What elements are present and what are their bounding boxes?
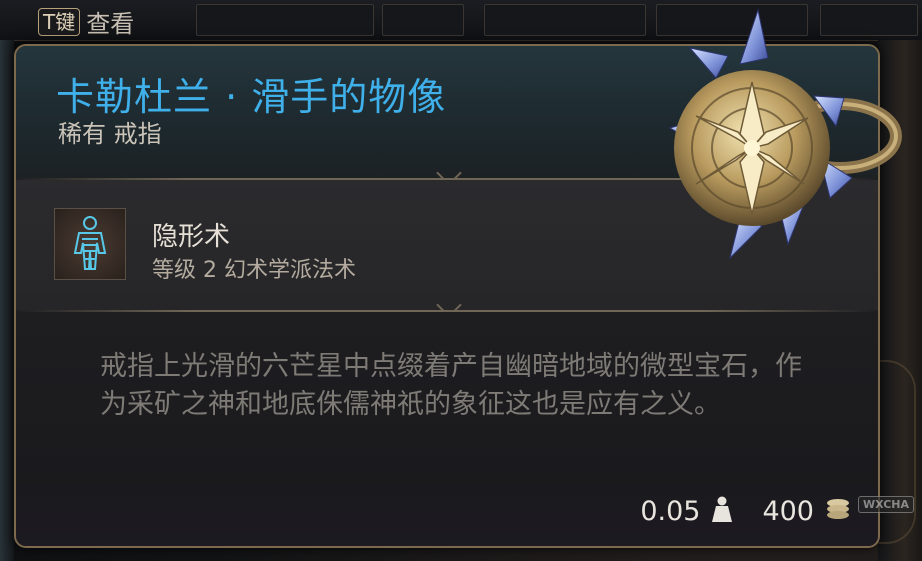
invisibility-spell-icon[interactable]: [54, 208, 126, 280]
examine-hotkey-hint[interactable]: T键 查看: [38, 4, 134, 39]
spell-name: 隐形术: [152, 222, 231, 252]
item-rarity-type: 稀有 戒指: [58, 120, 162, 148]
gold-coin-icon: [824, 495, 852, 527]
bg-slot: [196, 4, 374, 36]
flavor-text: 戒指上光滑的六芒星中点缀着产自幽暗地域的微型宝石，作为采矿之神和地底侏儒神祇的象…: [100, 351, 802, 420]
spell-detail: 等级 2 幻术学派法术: [152, 258, 356, 283]
weight-icon: [710, 494, 734, 528]
bg-slot: [484, 4, 646, 36]
item-value: 400: [762, 495, 814, 527]
watermark-badge: WXCHA: [857, 496, 914, 513]
item-stats-footer: 0.05 400: [640, 494, 852, 528]
bg-slot: [382, 4, 464, 36]
ring-image: [668, 8, 902, 260]
item-name: 卡勒杜兰 · 滑手的物像: [56, 75, 447, 119]
item-weight: 0.05: [640, 495, 701, 527]
hotkey-key: T键: [38, 7, 81, 36]
left-frame: [0, 40, 14, 561]
game-screen: T键 查看 卡勒杜兰 · 滑手的物像 稀有 戒指 隐形术 等级 2 幻术学派法术: [0, 0, 922, 561]
hotkey-label: 查看: [86, 10, 135, 38]
